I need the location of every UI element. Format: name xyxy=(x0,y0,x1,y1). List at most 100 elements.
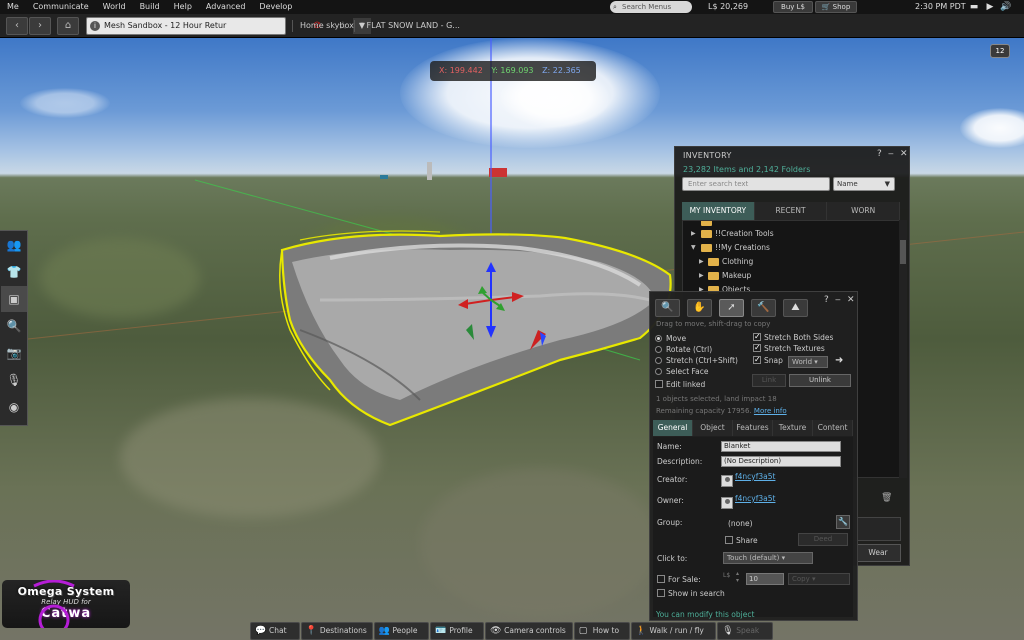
price-spinner-icon[interactable]: ▴ ▾ xyxy=(736,570,739,584)
expand-arrow-icon[interactable]: ▶ xyxy=(699,255,704,269)
name-field[interactable]: Blanket xyxy=(721,441,841,452)
radio-button[interactable] xyxy=(655,357,662,364)
menu-communicate[interactable]: Communicate xyxy=(26,0,96,14)
tab-general[interactable]: General xyxy=(653,420,693,436)
buy-currency-button[interactable]: Buy L$ xyxy=(773,1,813,13)
show-in-search-option[interactable]: Show in search xyxy=(657,589,725,598)
more-info-link[interactable]: More info xyxy=(754,407,787,415)
info-icon[interactable]: i xyxy=(90,21,100,31)
camera-controls-button[interactable]: 👁 Camera controls xyxy=(485,622,573,640)
expand-arrow-icon[interactable]: ▶ xyxy=(699,269,704,283)
tab-object[interactable]: Object xyxy=(693,420,733,436)
deed-button[interactable]: Deed xyxy=(798,533,848,546)
tab-recent[interactable]: RECENT xyxy=(754,202,828,220)
sale-type-select[interactable]: Copy ▾ xyxy=(788,573,850,585)
description-field[interactable]: (No Description) xyxy=(721,456,841,467)
media-icon[interactable]: ▬ xyxy=(968,1,980,13)
checkbox[interactable] xyxy=(753,331,761,342)
price-field[interactable]: 10 xyxy=(746,573,784,585)
snap-option[interactable]: Snap xyxy=(753,354,783,366)
tree-item-my-creations[interactable]: ▼ !!My Creations xyxy=(683,241,899,255)
create-tool-icon[interactable]: 🔨 xyxy=(751,299,776,317)
click-action-select[interactable]: Touch (default) ▾ xyxy=(723,552,813,564)
close-icon[interactable]: ✕ xyxy=(847,295,855,305)
people-icon[interactable]: 👥 xyxy=(1,232,27,258)
edit-linked-option[interactable]: Edit linked xyxy=(655,379,705,390)
destinations-button[interactable]: 📍 Destinations xyxy=(300,622,373,640)
share-option[interactable]: Share xyxy=(725,536,758,545)
profile-button[interactable]: 🪪 Profile xyxy=(430,622,485,640)
shop-button[interactable]: 🛒 Shop xyxy=(815,1,857,13)
radio-button[interactable] xyxy=(655,368,662,375)
edit-tool-icon[interactable]: ➚ xyxy=(719,299,744,317)
forward-button[interactable]: › xyxy=(29,17,51,35)
snap-mode-select[interactable]: World ▾ xyxy=(788,356,828,368)
help-icon[interactable]: ? xyxy=(877,149,882,159)
blanket-object[interactable] xyxy=(279,230,672,427)
mode-move[interactable]: Move xyxy=(655,333,686,344)
scrollbar-thumb[interactable] xyxy=(900,240,906,264)
tab-worn[interactable]: WORN xyxy=(827,202,901,220)
tree-item-creation-tools[interactable]: ▶ !!Creation Tools xyxy=(683,227,899,241)
mode-stretch[interactable]: Stretch (Ctrl+Shift) xyxy=(655,355,738,366)
walk-run-fly-button[interactable]: 🚶 Walk / run / fly xyxy=(630,622,717,640)
menu-build[interactable]: Build xyxy=(133,0,167,14)
link-button[interactable]: Link xyxy=(752,374,786,387)
minimize-icon[interactable]: ‒ xyxy=(888,149,894,159)
voice-icon[interactable]: 🎙 xyxy=(1,367,27,393)
trash-icon[interactable]: 🗑 xyxy=(881,493,892,503)
inventory-icon[interactable]: ▣ xyxy=(1,286,27,312)
favorite-flat-snow-land[interactable]: * FLAT SNOW LAND - G... xyxy=(360,14,460,38)
volume-icon[interactable]: 🔊 xyxy=(1000,1,1012,13)
menu-develop[interactable]: Develop xyxy=(252,0,299,14)
favorite-home-skybox[interactable]: Home skybox xyxy=(300,14,354,38)
unlink-button[interactable]: Unlink xyxy=(789,374,851,387)
creator-link[interactable]: f4ncyf3a5t xyxy=(735,472,775,481)
home-button[interactable]: ⌂ xyxy=(57,17,79,35)
tab-content[interactable]: Content xyxy=(813,420,853,436)
checkbox[interactable] xyxy=(753,342,761,353)
minimize-icon[interactable]: ‒ xyxy=(835,295,841,305)
sound-icon[interactable]: ◉ xyxy=(1,394,27,420)
shirt-icon[interactable]: 👕 xyxy=(1,259,27,285)
notification-badge[interactable]: 12 xyxy=(990,44,1010,58)
stretch-both-sides-option[interactable]: Stretch Both Sides xyxy=(753,331,833,343)
help-icon[interactable]: ? xyxy=(824,295,829,305)
play-icon[interactable]: ▶ xyxy=(984,1,996,13)
omega-system-hud[interactable]: Omega System Relay HUD for Catwa xyxy=(2,580,130,628)
stretch-textures-option[interactable]: Stretch Textures xyxy=(753,342,825,354)
speak-button[interactable]: 🎙 Speak xyxy=(717,622,773,640)
search-icon[interactable]: 🔍 xyxy=(1,313,27,339)
menu-world[interactable]: World xyxy=(96,0,133,14)
menu-me[interactable]: Me xyxy=(0,0,26,14)
wear-button[interactable]: Wear xyxy=(855,544,901,562)
inventory-scrollbar[interactable] xyxy=(899,220,907,478)
people-button[interactable]: 👥 People xyxy=(373,622,430,640)
expand-arrow-icon[interactable]: ▶ xyxy=(691,227,696,241)
checkbox[interactable] xyxy=(655,380,663,388)
collapse-arrow-icon[interactable]: ▼ xyxy=(691,241,696,255)
wrench-icon[interactable]: 🔧 xyxy=(836,515,850,529)
inventory-sort-select[interactable]: Name ▼ xyxy=(833,177,895,191)
tab-texture[interactable]: Texture xyxy=(773,420,813,436)
arrow-right-icon[interactable]: ➜ xyxy=(835,355,843,366)
grab-tool-icon[interactable]: ✋ xyxy=(687,299,712,317)
mode-rotate[interactable]: Rotate (Ctrl) xyxy=(655,344,712,355)
checkbox[interactable] xyxy=(657,589,665,597)
checkbox[interactable] xyxy=(753,354,761,365)
for-sale-option[interactable]: For Sale: xyxy=(657,575,701,584)
tab-my-inventory[interactable]: MY INVENTORY xyxy=(682,202,755,220)
tab-features[interactable]: Features xyxy=(733,420,773,436)
location-bar[interactable]: i Mesh Sandbox - 12 Hour Retur ⊘ ☆ ▼ xyxy=(86,17,371,35)
checkbox[interactable] xyxy=(657,575,665,583)
focus-tool-icon[interactable]: 🔍 xyxy=(655,299,680,317)
chat-button[interactable]: 💬 Chat xyxy=(250,622,300,640)
owner-link[interactable]: f4ncyf3a5t xyxy=(735,494,775,503)
close-icon[interactable]: ✕ xyxy=(900,149,908,159)
back-button[interactable]: ‹ xyxy=(6,17,28,35)
snapshot-icon[interactable]: 📷 xyxy=(1,340,27,366)
radio-button[interactable] xyxy=(655,346,662,353)
inventory-search-input[interactable]: Enter search text xyxy=(682,177,830,191)
tree-item-clothing[interactable]: ▶ Clothing xyxy=(683,255,899,269)
search-menus-input[interactable]: ⌕ Search Menus xyxy=(610,1,692,13)
